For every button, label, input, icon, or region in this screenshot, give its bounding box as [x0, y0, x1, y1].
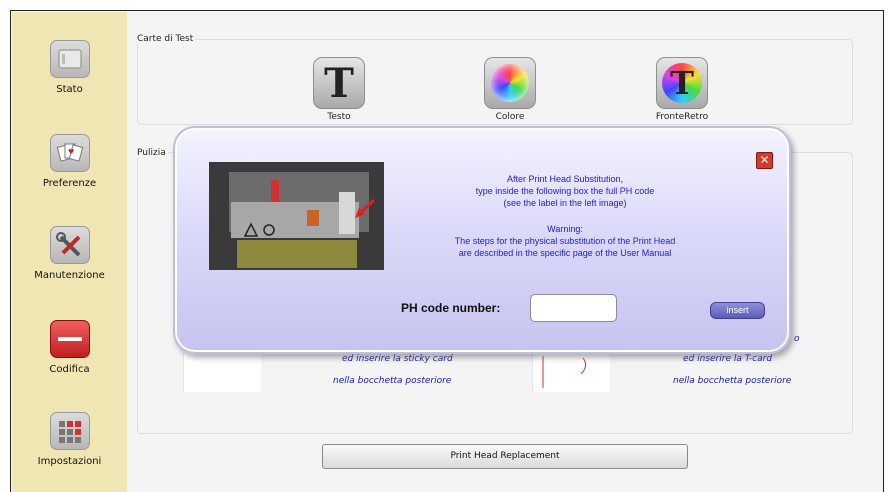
text-card-icon[interactable]: T	[313, 57, 365, 109]
sidebar-item-label: Manutenzione	[34, 270, 105, 281]
ph-code-label: PH code number:	[401, 301, 501, 315]
dialog-warning-title: Warning:	[547, 224, 583, 234]
sidebar-item-label: Preferenze	[42, 178, 97, 189]
sidebar: Stato ♥ Preferenze Manutenzione Codifica…	[12, 12, 127, 492]
sidebar-item-stato[interactable]: Stato	[12, 40, 127, 95]
sidebar-item-manutenzione[interactable]: Manutenzione	[12, 226, 127, 281]
card-stripe-icon	[49, 320, 90, 358]
print-head-replacement-button[interactable]: Print Head Replacement	[322, 444, 688, 469]
dialog-warning-1: The steps for the physical substitution …	[454, 236, 676, 246]
grid-settings-icon	[49, 412, 90, 450]
ph-code-dialog: ✕ After Print Head Substitution, type in…	[173, 126, 791, 354]
sidebar-item-label: Impostazioni	[37, 456, 102, 467]
front-back-card-icon[interactable]: T	[656, 57, 708, 109]
sidebar-item-preferenze[interactable]: ♥ Preferenze	[12, 134, 127, 189]
insert-button[interactable]: insert	[710, 302, 765, 319]
test-card-label: FronteRetro	[655, 112, 709, 122]
cleaning-right-text-2: nella bocchetta posteriore	[673, 376, 792, 386]
test-card-label: Testo	[327, 112, 351, 122]
color-wheel-icon[interactable]	[484, 57, 536, 109]
dialog-instruction-1: After Print Head Substitution,	[506, 174, 624, 184]
test-cards-title: Carte di Test	[135, 34, 196, 44]
ph-code-input[interactable]	[530, 294, 617, 322]
dialog-instruction-2: type inside the following box the full P…	[475, 186, 655, 196]
sidebar-item-impostazioni[interactable]: Impostazioni	[12, 412, 127, 467]
dialog-instruction-3: (see the label in the left image)	[503, 198, 627, 208]
svg-text:♥: ♥	[68, 148, 74, 156]
t-card-image	[532, 352, 610, 392]
close-icon[interactable]: ✕	[756, 152, 773, 169]
cleaning-left-text-1: ed inserire la sticky card	[342, 354, 453, 364]
cards-icon: ♥	[49, 134, 90, 172]
cleaning-right-text-1: ed inserire la T-card	[683, 354, 773, 364]
sidebar-item-label: Codifica	[49, 364, 90, 375]
test-card-label: Colore	[495, 112, 525, 122]
printer-icon	[49, 40, 90, 78]
sticky-card-image	[183, 352, 261, 392]
print-head-photo	[209, 162, 384, 270]
sidebar-item-label: Stato	[56, 84, 83, 95]
cleaning-left-text-2: nella bocchetta posteriore	[333, 376, 452, 386]
cleaning-right-text-0: o	[794, 334, 800, 344]
sidebar-item-codifica[interactable]: Codifica	[12, 320, 127, 375]
tools-icon	[49, 226, 90, 264]
cleaning-title: Pulizia	[135, 148, 168, 158]
dialog-warning-2: are described in the specific page of th…	[458, 248, 672, 258]
